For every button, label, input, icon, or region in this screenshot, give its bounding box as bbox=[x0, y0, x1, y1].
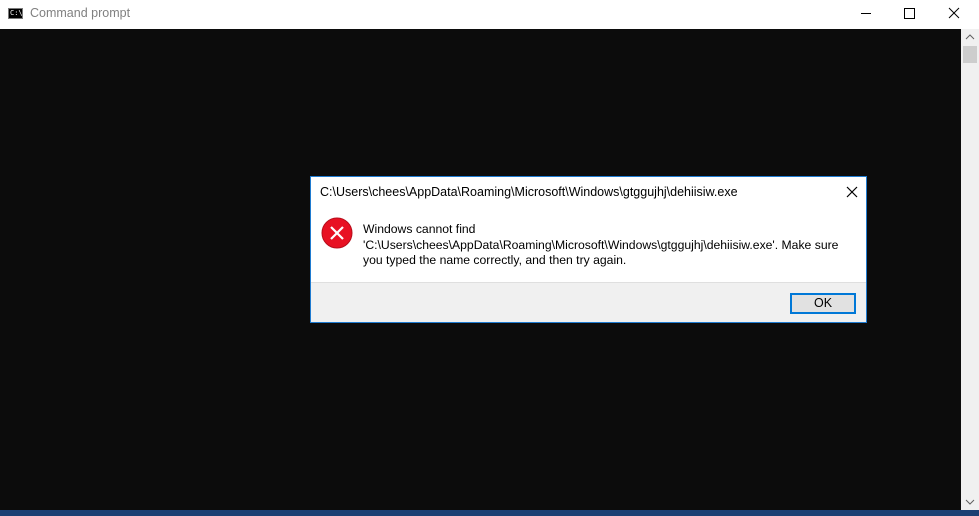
command-prompt-icon: C:\ bbox=[8, 8, 23, 19]
scroll-thumb[interactable] bbox=[963, 46, 977, 63]
window-title: Command prompt bbox=[30, 6, 131, 20]
minimize-icon bbox=[861, 13, 871, 14]
scroll-up-button[interactable] bbox=[961, 29, 979, 45]
dialog-title: C:\Users\chees\AppData\Roaming\Microsoft… bbox=[320, 185, 738, 199]
dialog-message: Windows cannot find 'C:\Users\chees\AppD… bbox=[363, 222, 853, 269]
error-icon bbox=[321, 217, 353, 249]
chevron-up-icon bbox=[965, 34, 975, 40]
app-icon-glyph: C:\ bbox=[10, 9, 23, 17]
message-line: you typed the name correctly, and then t… bbox=[363, 253, 627, 267]
scroll-down-button[interactable] bbox=[961, 494, 979, 510]
message-line: 'C:\Users\chees\AppData\Roaming\Microsof… bbox=[363, 237, 839, 252]
maximize-button[interactable] bbox=[886, 0, 931, 29]
command-prompt-window: C:\ Command prompt C:\Users\chees\AppDat… bbox=[0, 0, 979, 516]
close-button[interactable] bbox=[931, 0, 976, 29]
chevron-down-icon bbox=[965, 499, 975, 505]
minimize-button[interactable] bbox=[843, 0, 888, 29]
close-icon bbox=[948, 7, 960, 19]
dialog-button-bar: OK bbox=[311, 282, 866, 322]
vertical-scrollbar[interactable] bbox=[961, 29, 979, 510]
maximize-icon bbox=[904, 8, 915, 19]
error-dialog: C:\Users\chees\AppData\Roaming\Microsoft… bbox=[310, 176, 867, 323]
taskbar-edge bbox=[0, 510, 979, 516]
dialog-close-button[interactable] bbox=[841, 182, 863, 202]
close-icon bbox=[846, 186, 858, 198]
message-line: Windows cannot find bbox=[363, 222, 476, 236]
ok-button[interactable]: OK bbox=[790, 293, 856, 314]
title-bar[interactable]: C:\ Command prompt bbox=[0, 0, 979, 29]
